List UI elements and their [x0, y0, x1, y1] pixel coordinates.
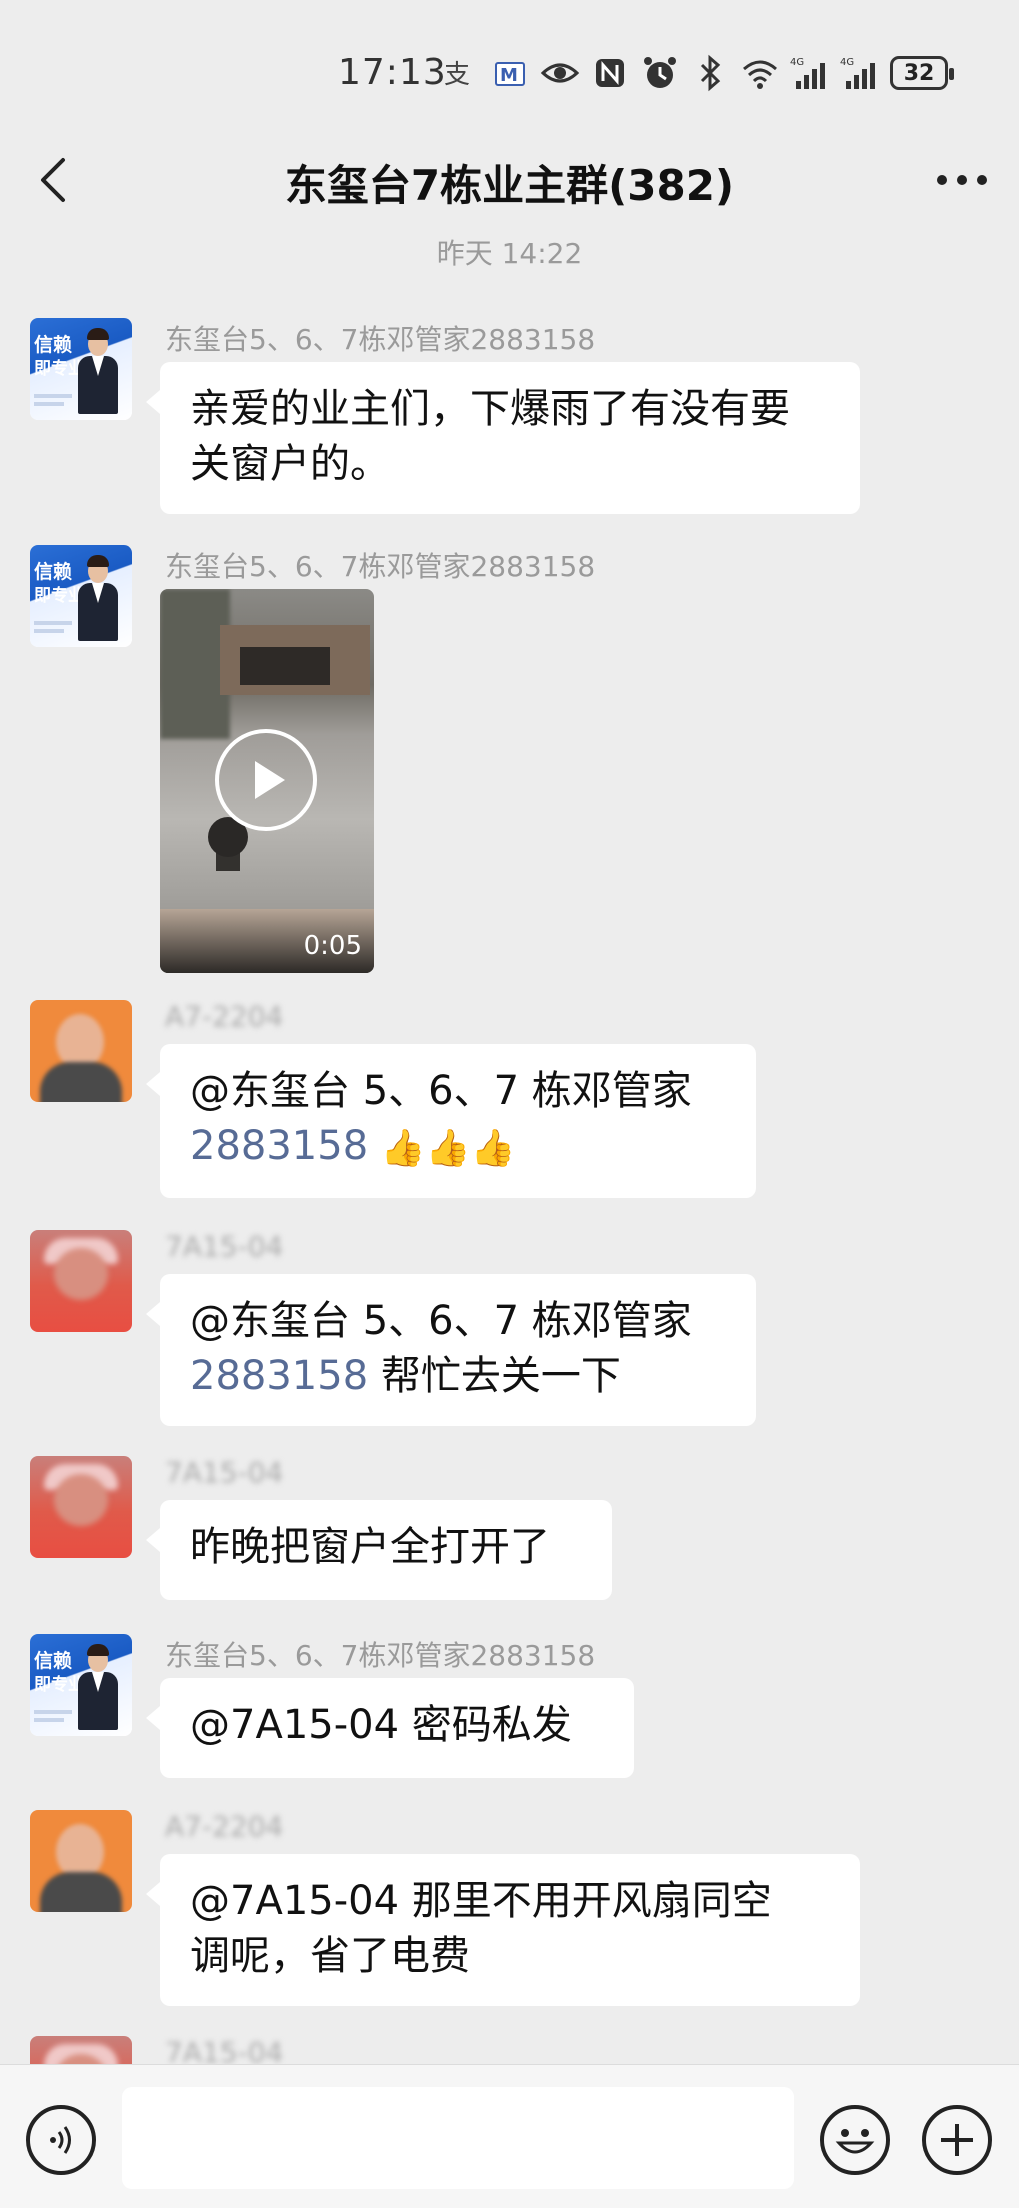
- message-bubble[interactable]: @东玺台 5、6、7 栋邓管家 2883158 帮忙去关一下: [146, 1274, 756, 1426]
- message-text: @7A15-04 密码私发: [190, 1702, 572, 1748]
- message-text: 昨晚把窗户全打开了: [190, 1524, 550, 1570]
- sender-name: A7-2204: [165, 1810, 284, 1843]
- sender-name: 7A15-04: [165, 1456, 284, 1489]
- video-message[interactable]: 0:05: [160, 589, 374, 973]
- wifi-icon: [743, 60, 777, 89]
- nav-bar: 东玺台7栋业主群(382): [0, 120, 1019, 242]
- status-icons: 支 M 4G 4G 32: [440, 50, 954, 96]
- emoji-button[interactable]: [820, 2105, 890, 2175]
- input-bar: [0, 2064, 1019, 2208]
- voice-icon: [50, 2126, 71, 2154]
- mail-icon: M: [495, 62, 525, 86]
- sender-name: 东玺台5、6、7栋邓管家2883158: [165, 550, 596, 583]
- avatar[interactable]: [30, 1230, 132, 1332]
- avatar[interactable]: 信赖 即专业: [30, 318, 132, 420]
- chevron-left-icon: [41, 158, 65, 202]
- status-time: 17:13: [338, 52, 447, 93]
- avatar[interactable]: [30, 1000, 132, 1102]
- message-text: 帮忙去关一下: [368, 1353, 621, 1399]
- message-bubble[interactable]: 亲爱的业主们，下爆雨了有没有要 关窗户的。: [146, 362, 860, 514]
- svg-text:支: 支: [444, 60, 470, 90]
- message-text-line: 调呢，省了电费: [190, 1933, 470, 1979]
- avatar[interactable]: 信赖 即专业: [30, 1634, 132, 1736]
- battery-icon: 32: [890, 56, 954, 90]
- eye-icon: [540, 63, 580, 83]
- alipay-icon: 支: [444, 60, 470, 90]
- message-bubble[interactable]: @东玺台 5、6、7 栋邓管家 2883158 👍👍👍: [146, 1044, 756, 1198]
- smiley-icon: [835, 2129, 875, 2154]
- sender-name: 东玺台5、6、7栋邓管家2883158: [165, 323, 596, 356]
- nfc-icon: [596, 59, 624, 87]
- back-button[interactable]: [22, 150, 82, 210]
- message-text-line: 亲爱的业主们，下爆雨了有没有要: [190, 386, 790, 432]
- voice-button[interactable]: [26, 2105, 96, 2175]
- bluetooth-icon: [700, 54, 721, 92]
- message-bubble[interactable]: @7A15-04 密码私发: [146, 1678, 634, 1778]
- more-functions-button[interactable]: [922, 2105, 992, 2175]
- mention-number[interactable]: 2883158: [190, 1123, 368, 1169]
- signal-4g-icon: 4G: [790, 57, 825, 89]
- more-dots-icon: [937, 175, 987, 185]
- avatar[interactable]: [30, 1810, 132, 1912]
- avatar[interactable]: 信赖 即专业: [30, 545, 132, 647]
- status-bar: 17:13 支 M 4G 4G 32: [0, 0, 1019, 120]
- sender-name: 7A15-04: [165, 1230, 284, 1263]
- battery-level: 32: [903, 60, 935, 86]
- alarm-icon: [644, 57, 676, 88]
- chat-screen: 17:13 支 M 4G 4G 32 东玺台7栋业主群(382) 昨天 14:2…: [0, 0, 1019, 2208]
- mention-text: @东玺台 5、6、7 栋邓管家: [190, 1298, 692, 1344]
- avatar[interactable]: [30, 1456, 132, 1558]
- plus-icon: [941, 2124, 973, 2156]
- sender-name: 东玺台5、6、7栋邓管家2883158: [165, 1639, 596, 1672]
- message-text-line: 关窗户的。: [190, 441, 390, 487]
- play-icon[interactable]: [215, 729, 317, 831]
- message-input[interactable]: [122, 2087, 794, 2189]
- message-text-line: @7A15-04 那里不用开风扇同空: [190, 1878, 772, 1924]
- svg-text:4G: 4G: [790, 57, 804, 68]
- video-duration: 0:05: [303, 931, 362, 961]
- thumbs-up-emoji: 👍👍👍: [380, 1127, 516, 1169]
- more-button[interactable]: [927, 150, 997, 210]
- svg-text:4G: 4G: [840, 57, 854, 68]
- mention-text: @东玺台 5、6、7 栋邓管家: [190, 1068, 692, 1114]
- message-bubble[interactable]: @7A15-04 那里不用开风扇同空 调呢，省了电费: [146, 1854, 860, 2006]
- time-divider: 昨天 14:22: [436, 237, 583, 270]
- sender-name: A7-2204: [165, 1000, 284, 1033]
- chat-title: 东玺台7栋业主群(382): [284, 161, 735, 210]
- signal-4g-icon-2: 4G: [840, 57, 875, 89]
- mention-number[interactable]: 2883158: [190, 1353, 368, 1399]
- svg-text:M: M: [500, 65, 518, 86]
- message-bubble[interactable]: 昨晚把窗户全打开了: [146, 1500, 612, 1600]
